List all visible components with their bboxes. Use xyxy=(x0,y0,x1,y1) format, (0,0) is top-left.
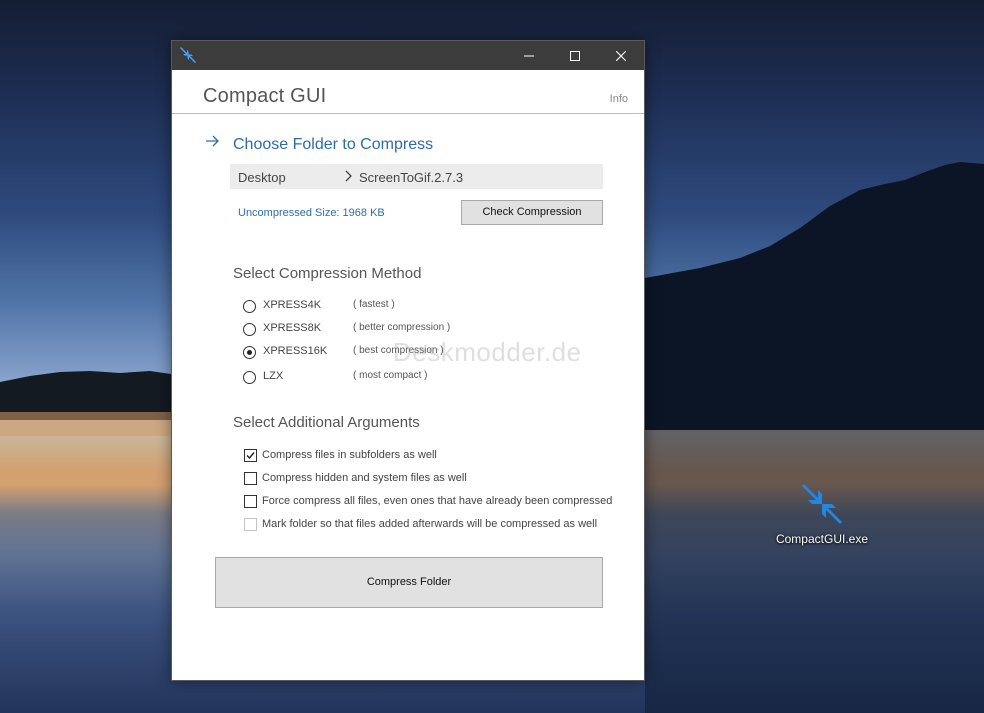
check-compression-button[interactable]: Check Compression xyxy=(461,200,603,225)
radio-dot xyxy=(247,350,252,355)
additional-arguments-heading: Select Additional Arguments xyxy=(233,414,420,431)
app-title: Compact GUI xyxy=(203,85,327,107)
checkbox-label: Force compress all files, even ones that… xyxy=(262,495,613,507)
radio-label: XPRESS8K xyxy=(263,322,322,334)
compact-arrows-icon xyxy=(802,484,842,524)
minimize-icon xyxy=(524,55,534,56)
maximize-button[interactable] xyxy=(552,41,598,70)
radio-label: XPRESS16K xyxy=(263,345,328,357)
arrow-right-icon xyxy=(206,135,219,147)
checkbox-label: Compress hidden and system files as well xyxy=(262,472,467,484)
checkmark-icon xyxy=(246,452,255,460)
compression-method-heading: Select Compression Method xyxy=(233,265,422,282)
chevron-right-icon xyxy=(345,170,352,182)
compact-arrows-icon xyxy=(180,47,196,63)
title-bar[interactable] xyxy=(172,41,644,70)
checkbox-label: Mark folder so that files added afterwar… xyxy=(262,518,598,530)
checkbox[interactable] xyxy=(244,495,257,508)
close-button[interactable] xyxy=(598,41,644,70)
choose-folder-link[interactable]: Choose Folder to Compress xyxy=(233,136,433,154)
radio-description: ( fastest ) xyxy=(353,299,395,310)
compress-folder-button[interactable]: Compress Folder xyxy=(215,557,603,608)
breadcrumb-folder: ScreenToGif.2.7.3 xyxy=(359,170,464,185)
radio-button[interactable] xyxy=(243,323,256,336)
desktop-shortcut[interactable]: CompactGUI.exe xyxy=(770,482,874,546)
checkbox-checked[interactable] xyxy=(244,449,257,462)
radio-description: ( better compression ) xyxy=(353,322,451,333)
close-icon xyxy=(616,50,626,61)
checkbox[interactable] xyxy=(244,472,257,485)
app-header: Compact GUI Info xyxy=(172,70,644,114)
info-link[interactable]: Info xyxy=(610,93,628,105)
desktop-shortcut-label: CompactGUI.exe xyxy=(775,532,869,546)
radio-label: XPRESS4K xyxy=(263,299,322,311)
radio-description: ( best compression ) xyxy=(353,345,444,356)
checkbox-disabled xyxy=(244,518,257,531)
checkbox-label: Compress files in subfolders as well xyxy=(262,449,437,461)
minimize-button[interactable] xyxy=(506,41,552,70)
radio-button[interactable] xyxy=(243,371,256,384)
breadcrumb-root: Desktop xyxy=(238,170,286,185)
folder-path-breadcrumb[interactable]: Desktop ScreenToGif.2.7.3 xyxy=(230,164,603,189)
radio-description: ( most compact ) xyxy=(353,370,428,381)
radio-label: LZX xyxy=(263,370,284,382)
radio-button[interactable] xyxy=(243,300,256,313)
uncompressed-size: Uncompressed Size: 1968 KB xyxy=(238,207,385,219)
compactgui-window: Compact GUI Info Choose Folder to Compre… xyxy=(171,40,645,681)
radio-button-selected[interactable] xyxy=(243,346,256,359)
maximize-icon xyxy=(570,50,580,61)
